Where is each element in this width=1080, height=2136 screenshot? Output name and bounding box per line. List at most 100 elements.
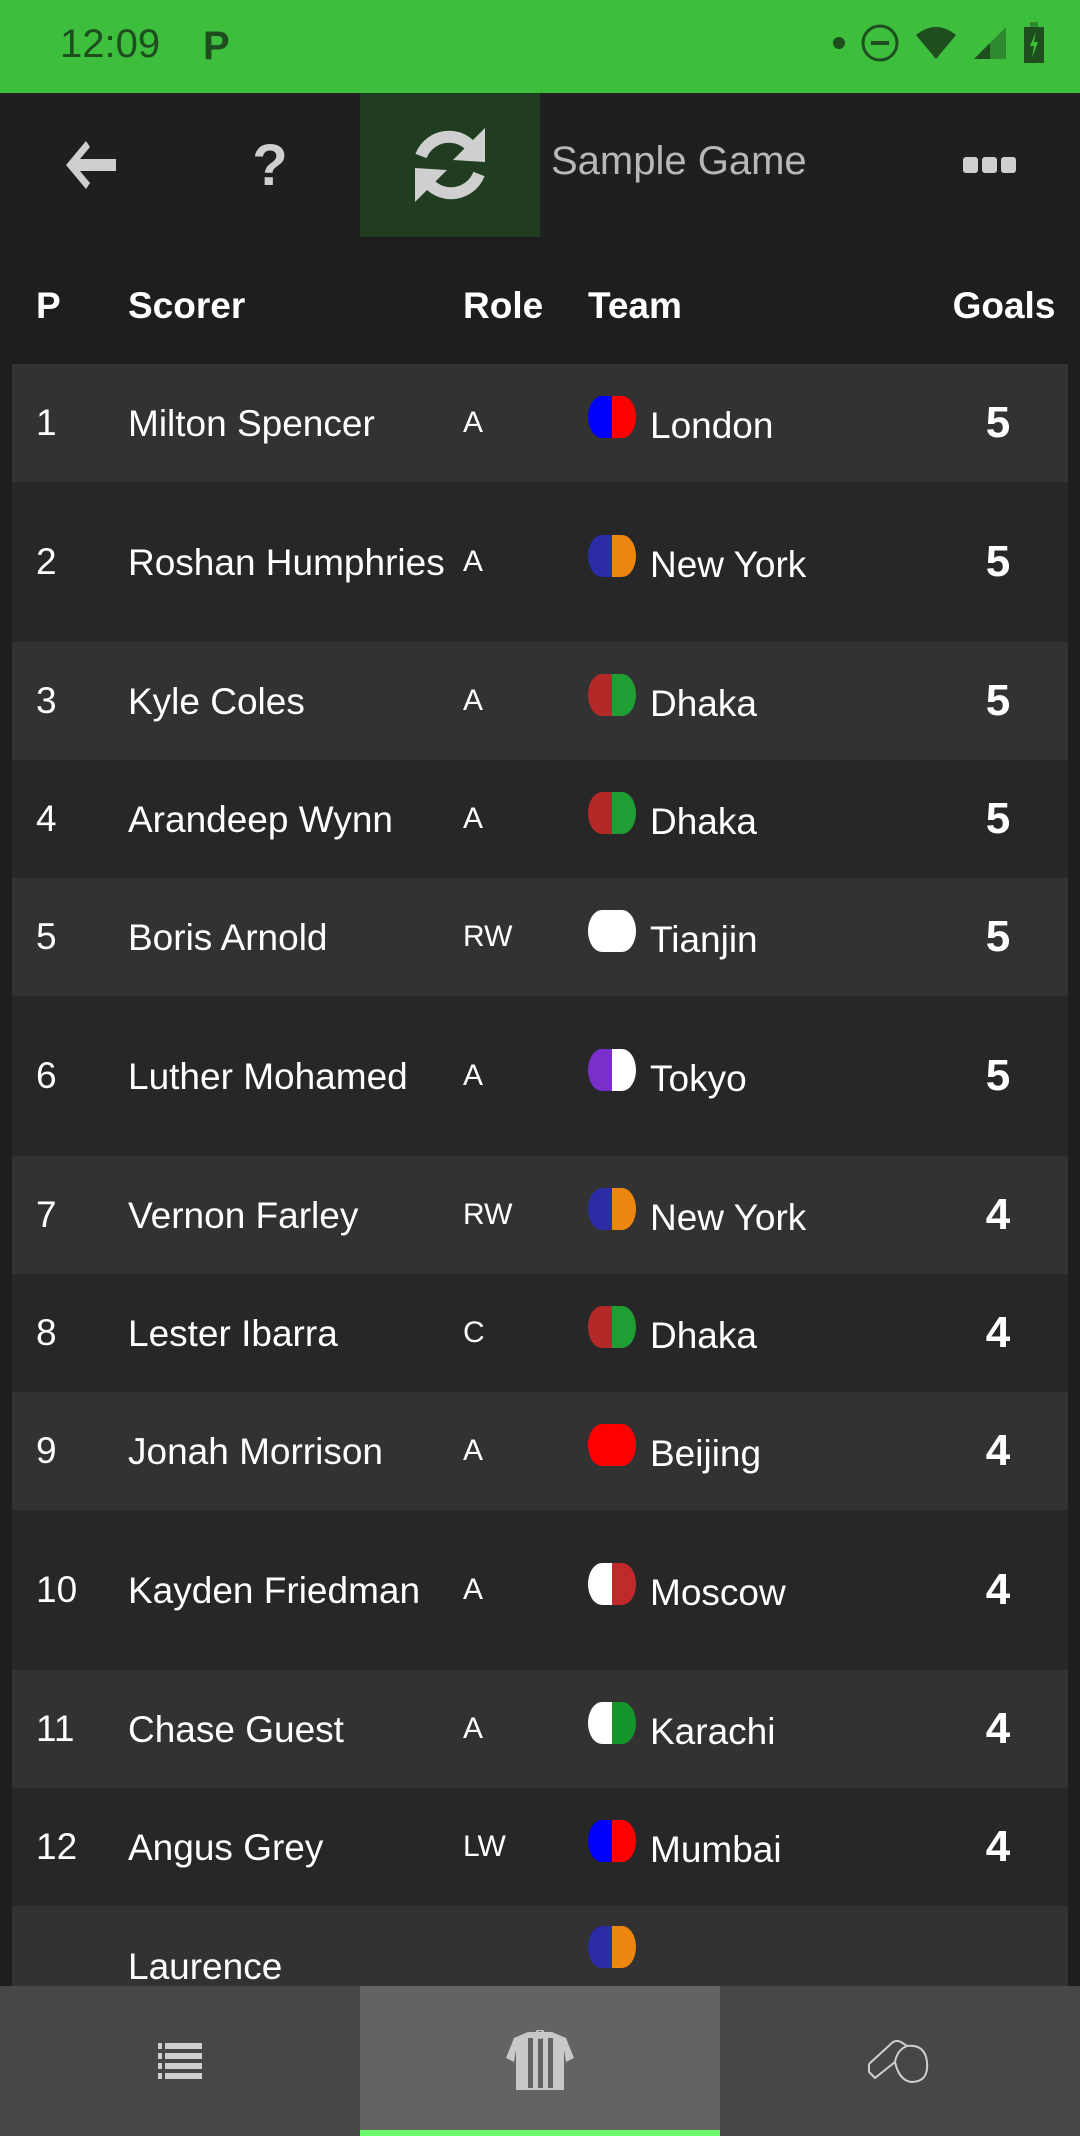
goals: 4 bbox=[985, 1822, 1011, 1871]
team-name: New York bbox=[650, 544, 807, 585]
table-body: 1 Milton Spencer A London 5 2 Roshan Humphries… bbox=[0, 364, 1080, 2066]
table-row[interactable]: 8 Lester Ibarra C Dhaka 4 bbox=[12, 1274, 1068, 1392]
table-row[interactable]: 7 Vernon Farley RW New York 4 bbox=[12, 1156, 1068, 1274]
nav-tab-list[interactable] bbox=[0, 1986, 360, 2136]
team: New York bbox=[588, 1188, 943, 1239]
team: Tokyo bbox=[588, 1049, 943, 1100]
role: LW bbox=[463, 1830, 506, 1863]
team-kit-icon bbox=[588, 1424, 636, 1466]
team: Beijing bbox=[588, 1424, 943, 1475]
scorer-name: Angus Grey bbox=[128, 1826, 324, 1868]
header-role[interactable]: Role bbox=[463, 285, 588, 327]
team: New York bbox=[588, 535, 943, 586]
role: RW bbox=[463, 920, 513, 953]
battery-charging-icon bbox=[1024, 22, 1044, 63]
nav-tab-whistle[interactable] bbox=[720, 1986, 1080, 2136]
refresh-button[interactable] bbox=[360, 93, 540, 237]
scorer-name: Vernon Farley bbox=[128, 1194, 359, 1236]
team-kit-icon bbox=[588, 792, 636, 834]
team-kit-icon bbox=[588, 1563, 636, 1605]
table-row[interactable]: 4 Arandeep Wynn A Dhaka 5 bbox=[12, 760, 1068, 878]
team-name: London bbox=[650, 405, 774, 446]
team-name: Beijing bbox=[650, 1433, 762, 1474]
role: A bbox=[463, 406, 484, 439]
game-title: Sample Game bbox=[551, 139, 807, 183]
role: RW bbox=[463, 1198, 513, 1231]
position: 5 bbox=[36, 916, 57, 957]
header-scorer[interactable]: Scorer bbox=[128, 277, 463, 334]
team: Moscow bbox=[588, 1563, 943, 1614]
role: A bbox=[463, 1434, 484, 1467]
goals: 4 bbox=[985, 1426, 1011, 1475]
do-not-disturb-icon bbox=[861, 24, 899, 62]
scorer-name: Milton Spencer bbox=[128, 402, 375, 444]
scorer-name: Lester Ibarra bbox=[128, 1312, 338, 1354]
status-time: 12:09 bbox=[60, 22, 161, 66]
table-row[interactable]: 1 Milton Spencer A London 5 bbox=[12, 364, 1068, 482]
table-row[interactable]: 12 Angus Grey LW Mumbai 4 bbox=[12, 1788, 1068, 1906]
goals: 4 bbox=[985, 1704, 1011, 1753]
scorers-table: P Scorer Role Team Goals 1 Milton Spencer… bbox=[0, 237, 1080, 2066]
goals: 5 bbox=[985, 912, 1011, 961]
position: 3 bbox=[36, 680, 57, 721]
header-goals[interactable]: Goals bbox=[943, 285, 1065, 327]
position: 9 bbox=[36, 1430, 57, 1471]
team-name: New York bbox=[650, 1197, 807, 1238]
team: Mumbai bbox=[588, 1820, 943, 1871]
position: 7 bbox=[36, 1194, 57, 1235]
position: 4 bbox=[36, 798, 57, 839]
nav-tab-referee[interactable] bbox=[360, 1986, 720, 2136]
position: 8 bbox=[36, 1312, 57, 1353]
scorer-name: Kyle Coles bbox=[128, 680, 305, 722]
team-name: Karachi bbox=[650, 1711, 776, 1752]
bottom-nav bbox=[0, 1986, 1080, 2136]
referee-shirt-icon bbox=[506, 2030, 574, 2090]
goals: 4 bbox=[985, 1565, 1011, 1614]
role: C bbox=[463, 1316, 485, 1349]
role: A bbox=[463, 545, 484, 578]
table-row[interactable]: 9 Jonah Morrison A Beijing 4 bbox=[12, 1392, 1068, 1510]
table-row[interactable]: 11 Chase Guest A Karachi 4 bbox=[12, 1670, 1068, 1788]
scorer-name: Roshan Humphries bbox=[128, 541, 445, 583]
team: Dhaka bbox=[588, 792, 943, 843]
team-name: Dhaka bbox=[650, 801, 757, 842]
team-kit-icon bbox=[588, 910, 636, 952]
goals: 5 bbox=[985, 537, 1011, 586]
signal-icon bbox=[974, 27, 1006, 59]
help-button[interactable]: ? bbox=[220, 93, 320, 237]
team-kit-icon bbox=[588, 1926, 636, 1968]
position: 12 bbox=[36, 1826, 78, 1867]
position: 6 bbox=[36, 1055, 57, 1096]
header-position[interactable]: P bbox=[0, 285, 128, 327]
table-row[interactable]: 2 Roshan Humphries A New York 5 bbox=[12, 482, 1068, 642]
team-kit-icon bbox=[588, 1702, 636, 1744]
table-row[interactable]: 10 Kayden Friedman A Moscow 4 bbox=[12, 1510, 1068, 1670]
back-button[interactable] bbox=[40, 93, 140, 237]
team-kit-icon bbox=[588, 1188, 636, 1230]
team: Karachi bbox=[588, 1702, 943, 1753]
position: 2 bbox=[36, 541, 57, 582]
team-kit-icon bbox=[588, 1049, 636, 1091]
table-row[interactable]: 3 Kyle Coles A Dhaka 5 bbox=[12, 642, 1068, 760]
more-button[interactable] bbox=[960, 93, 1020, 237]
team-name: Moscow bbox=[650, 1572, 786, 1613]
team bbox=[588, 1926, 943, 1968]
goals: 5 bbox=[985, 794, 1011, 843]
table-header: P Scorer Role Team Goals bbox=[0, 237, 1080, 364]
team-name: Tokyo bbox=[650, 1058, 747, 1099]
team: Dhaka bbox=[588, 1306, 943, 1357]
position: 10 bbox=[36, 1569, 78, 1610]
role: A bbox=[463, 1712, 484, 1745]
scorer-name: Jonah Morrison bbox=[128, 1430, 384, 1472]
team-kit-icon bbox=[588, 1820, 636, 1862]
header-team[interactable]: Team bbox=[588, 285, 943, 327]
goals: 4 bbox=[985, 1308, 1011, 1357]
arrow-left-icon bbox=[66, 141, 116, 189]
scorer-name: Luther Mohamed bbox=[128, 1055, 408, 1097]
team-kit-icon bbox=[588, 396, 636, 438]
team-name: Dhaka bbox=[650, 1315, 757, 1356]
team-kit-icon bbox=[588, 535, 636, 577]
table-row[interactable]: 5 Boris Arnold RW Tianjin 5 bbox=[12, 878, 1068, 996]
table-row[interactable]: 6 Luther Mohamed A Tokyo 5 bbox=[12, 996, 1068, 1156]
dot-icon bbox=[833, 37, 845, 49]
